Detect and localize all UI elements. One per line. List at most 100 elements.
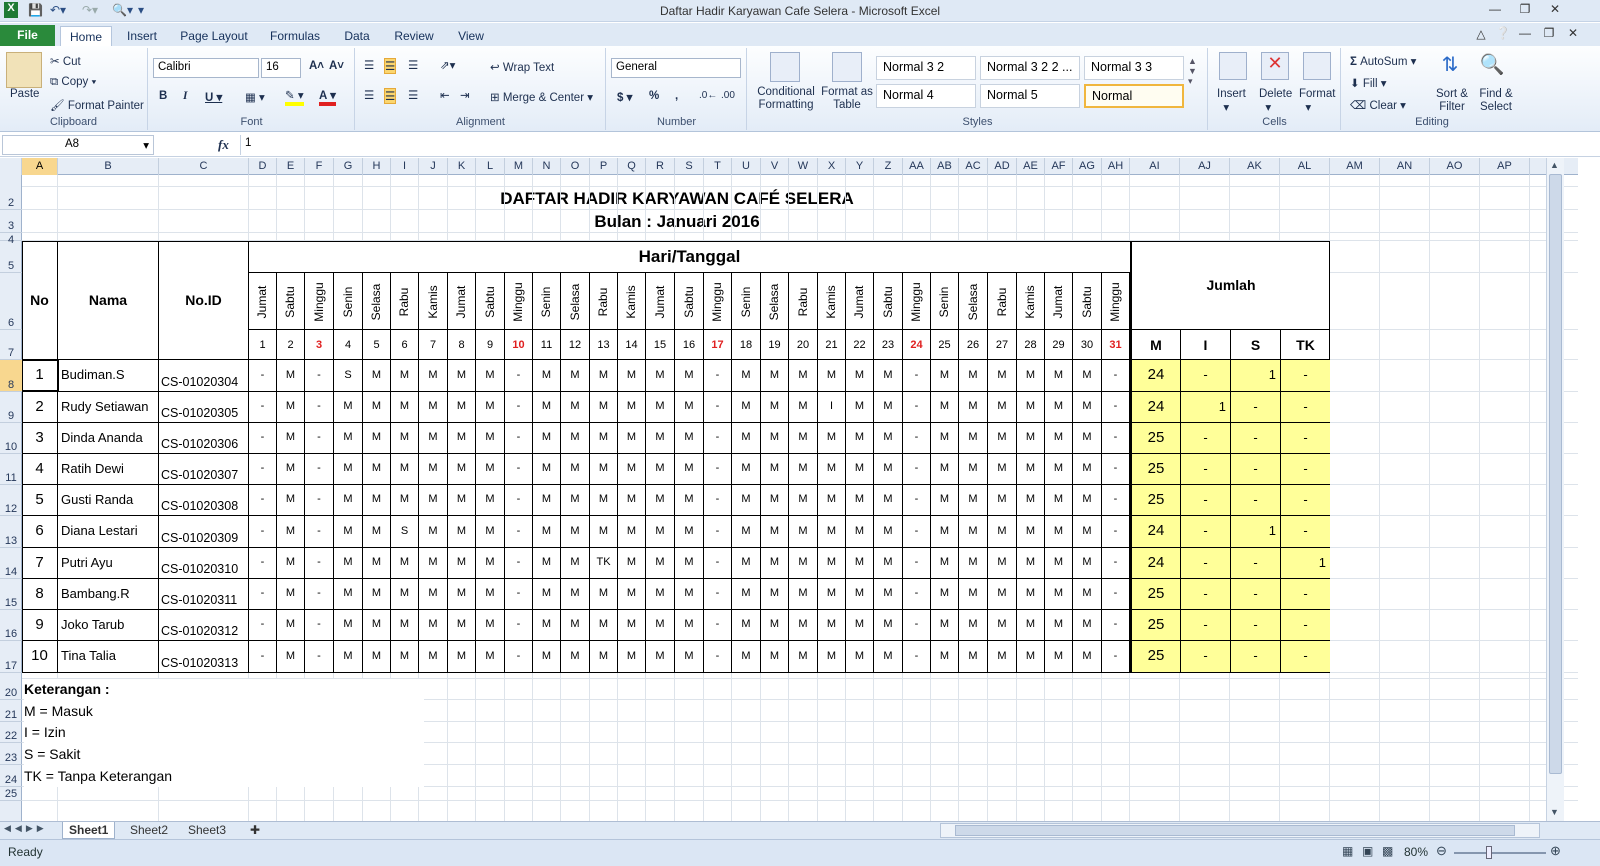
attendance-cell[interactable]: M [590,423,618,454]
attendance-cell[interactable]: M [363,516,391,548]
sum-tk-cell[interactable]: - [1280,360,1330,392]
align-center-icon[interactable]: ☰ [384,88,397,104]
attendance-cell[interactable]: M [874,548,903,579]
attendance-cell[interactable]: - [903,423,931,454]
attendance-cell[interactable]: M [334,485,363,516]
attendance-cell[interactable]: M [334,579,363,610]
attendance-cell[interactable]: - [505,579,533,610]
sum-i-cell[interactable]: - [1180,579,1230,610]
attendance-cell[interactable]: - [1102,641,1130,673]
row-header[interactable]: 20 [0,679,22,700]
sum-i-cell[interactable]: 1 [1180,392,1230,423]
cut-button[interactable]: ✂ Cut [50,54,81,68]
attendance-cell[interactable]: M [590,485,618,516]
attendance-cell[interactable]: M [846,579,874,610]
attendance-cell[interactable]: M [277,485,305,516]
sum-m-cell[interactable]: 25 [1130,485,1180,516]
employee-id[interactable]: CS-01020304 [159,360,249,392]
attendance-cell[interactable]: M [363,485,391,516]
attendance-cell[interactable]: - [903,610,931,641]
attendance-cell[interactable]: M [561,392,590,423]
column-header[interactable]: Q [618,158,646,175]
attendance-cell[interactable]: - [505,516,533,548]
attendance-cell[interactable]: M [590,454,618,485]
attendance-cell[interactable]: M [988,423,1017,454]
column-header[interactable]: W [789,158,818,175]
row-header[interactable]: 3 [0,210,22,233]
sum-tk-cell[interactable]: - [1280,641,1330,673]
attendance-cell[interactable]: M [874,423,903,454]
attendance-cell[interactable]: M [1045,610,1073,641]
format-as-table-button[interactable]: Format as Table [820,86,874,112]
attendance-cell[interactable]: M [419,454,448,485]
attendance-cell[interactable]: - [704,579,732,610]
attendance-cell[interactable]: M [1017,360,1045,392]
fill-button[interactable]: ⬇ Fill ▾ [1350,76,1387,90]
sum-tk-cell[interactable]: - [1280,485,1330,516]
select-all-button[interactable] [0,158,22,175]
attendance-cell[interactable]: M [931,516,959,548]
attendance-cell[interactable]: M [391,579,419,610]
normal-view-icon[interactable]: ▦ [1342,844,1353,858]
row-header[interactable]: 25 [0,787,22,801]
percent-icon[interactable]: % [649,90,659,102]
attendance-cell[interactable]: M [846,423,874,454]
attendance-cell[interactable]: M [476,579,505,610]
employee-id[interactable]: CS-01020313 [159,641,249,673]
attendance-cell[interactable]: M [419,610,448,641]
font-color-icon[interactable]: A ▾ [319,88,336,106]
style-normal-3-2[interactable]: Normal 3 2 [876,56,976,80]
attendance-cell[interactable]: M [846,360,874,392]
sum-m-cell[interactable]: 24 [1130,516,1180,548]
employee-name[interactable]: Ratih Dewi [58,454,159,485]
attendance-cell[interactable]: - [305,516,334,548]
sum-tk-cell[interactable]: - [1280,516,1330,548]
attendance-cell[interactable]: M [732,423,761,454]
attendance-cell[interactable]: M [277,392,305,423]
attendance-cell[interactable]: - [305,392,334,423]
sum-s-cell[interactable]: 1 [1230,360,1280,392]
attendance-cell[interactable]: M [931,485,959,516]
attendance-cell[interactable]: M [988,579,1017,610]
attendance-cell[interactable]: M [931,610,959,641]
attendance-cell[interactable]: - [903,579,931,610]
attendance-cell[interactable]: - [249,423,277,454]
copy-button[interactable]: ⧉ Copy ▾ [50,76,96,89]
attendance-cell[interactable]: M [476,610,505,641]
attendance-cell[interactable]: M [1073,423,1102,454]
attendance-cell[interactable]: - [704,610,732,641]
attendance-cell[interactable]: M [789,610,818,641]
row-header[interactable]: 15 [0,579,22,610]
row-header[interactable]: 16 [0,610,22,641]
attendance-cell[interactable]: - [704,516,732,548]
attendance-cell[interactable]: M [448,485,476,516]
attendance-cell[interactable]: M [1073,548,1102,579]
insert-sheet-icon[interactable]: ✚ [244,822,266,839]
attendance-cell[interactable]: M [646,548,675,579]
attendance-cell[interactable]: M [1045,423,1073,454]
attendance-cell[interactable]: - [305,485,334,516]
attendance-cell[interactable]: M [277,579,305,610]
column-header[interactable]: AB [931,158,959,175]
row-header[interactable]: 6 [0,273,22,330]
employee-name[interactable]: Joko Tarub [58,610,159,641]
attendance-cell[interactable]: M [448,360,476,392]
attendance-cell[interactable]: M [646,423,675,454]
attendance-cell[interactable]: - [903,360,931,392]
attendance-cell[interactable]: - [1102,392,1130,423]
attendance-cell[interactable]: M [277,516,305,548]
column-header[interactable]: AK [1230,158,1280,175]
close-icon[interactable]: ✕ [1542,2,1568,20]
sum-i-cell[interactable]: - [1180,516,1230,548]
attendance-cell[interactable]: - [305,579,334,610]
page-layout-view-icon[interactable]: ▣ [1362,844,1373,858]
worksheet-grid[interactable]: DAFTAR HADIR KARYAWAN CAFÉ SELERA Bulan … [22,175,1578,821]
attendance-cell[interactable]: - [903,485,931,516]
attendance-cell[interactable]: M [1073,610,1102,641]
align-bottom-icon[interactable]: ☰ [408,58,418,72]
attendance-cell[interactable]: M [988,548,1017,579]
attendance-cell[interactable]: - [1102,516,1130,548]
attendance-cell[interactable]: M [931,360,959,392]
column-header[interactable]: AI [1130,158,1180,175]
attendance-cell[interactable]: M [789,579,818,610]
